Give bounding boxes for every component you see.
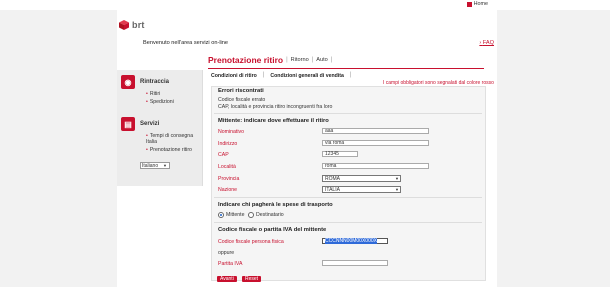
radio-mittente[interactable]: Mittente <box>218 212 244 218</box>
localita-label: Località <box>218 164 236 170</box>
sidebar-group-title: Servizi <box>140 121 160 127</box>
sidebar-group-servizi: ▤ Servizi • Tempi di consegna Italia • Pre… <box>121 117 202 153</box>
faq-label: FAQ <box>482 40 494 46</box>
divider <box>214 222 482 223</box>
sidebar-item-tempi-consegna[interactable]: • Tempi di consegna Italia <box>146 133 202 145</box>
cap-label: CAP <box>218 152 229 158</box>
nominativo-label: Nominativo <box>218 129 244 135</box>
partita-iva-field[interactable] <box>322 260 388 266</box>
indirizzo-field[interactable]: via roma <box>322 140 429 146</box>
errors-section: Errori riscontrati Codice fiscale errato… <box>218 88 332 110</box>
radio-button-selected[interactable] <box>218 212 224 218</box>
errors-title: Errori riscontrati <box>218 88 264 94</box>
codice-fiscale-label: Codice fiscale persona fisica <box>218 239 284 245</box>
language-value: Italiano <box>142 162 159 169</box>
chevron-down-icon: ▼ <box>163 163 167 168</box>
brand-logo[interactable]: brt <box>119 20 145 30</box>
language-select[interactable]: Italiano ▼ <box>140 162 170 169</box>
localita-field[interactable]: roma <box>322 163 429 169</box>
reset-button[interactable]: Reset <box>242 276 262 282</box>
globe-icon: ◉ <box>121 75 135 89</box>
radio-destinatario[interactable]: Destinatario <box>248 212 284 218</box>
codice-fiscale-field[interactable]: CCCNNN00M00X000X <box>322 238 388 244</box>
chevron-down-icon: ▼ <box>395 176 399 181</box>
nazione-label: Nazione <box>218 187 238 193</box>
partita-iva-label: Partita IVA <box>218 261 243 267</box>
cube-icon <box>119 20 129 30</box>
provincia-select[interactable]: ROMA ▼ <box>322 175 401 182</box>
radio-label: Destinatario <box>256 212 284 218</box>
provincia-value: ROMA <box>325 175 340 182</box>
document-icon: ▤ <box>121 117 135 131</box>
divider <box>214 197 482 198</box>
sidebar-group-title: Rintraccia <box>140 79 170 85</box>
tab-condizioni-vendita[interactable]: Condizioni generali di vendita <box>267 72 347 80</box>
chevron-down-icon: ▼ <box>395 187 399 192</box>
indirizzo-label: Indirizzo <box>218 141 238 147</box>
oppure-text: oppure <box>218 250 235 256</box>
radio-button[interactable] <box>248 212 254 218</box>
sidebar-item-ritiri[interactable]: • Ritiri <box>146 91 174 97</box>
sidebar-item-prenotazione-ritiro[interactable]: • Prenotazione ritiro <box>146 147 202 153</box>
home-icon <box>466 1 472 7</box>
divider <box>214 113 482 114</box>
ritorno-link[interactable]: Ritorno <box>291 57 309 63</box>
auto-link[interactable]: Auto <box>316 57 328 63</box>
payer-section-title: Indicare chi pagherà le spese di traspor… <box>218 202 333 208</box>
nazione-select[interactable]: ITALIA ▼ <box>322 186 401 193</box>
selected-text: CCCNNN00M00X000X <box>325 238 377 244</box>
tax-section-title: Codice fiscale o partita IVA del mittent… <box>218 227 327 233</box>
cap-field[interactable]: 12345 <box>322 151 358 157</box>
error-line: Codice fiscale errato <box>218 97 266 103</box>
home-label: Home <box>473 1 488 7</box>
error-line: CAP, località e provincia ritiro incongr… <box>218 104 333 110</box>
page-title: Prenotazione ritiro <box>208 55 284 65</box>
avanti-button[interactable]: Avanti <box>217 276 237 282</box>
welcome-text: Benvenuto nell'area servizi on-line <box>143 40 229 46</box>
pickup-section-title: Mittente: indicare dove effettuare il ri… <box>218 118 329 124</box>
radio-label: Mittente <box>226 212 245 218</box>
conditions-tabs: Condizioni di ritiro | Condizioni genera… <box>208 72 351 80</box>
sidebar-group-rintraccia: ◉ Rintraccia • Ritiri • Spedizioni <box>121 75 174 105</box>
faq-link[interactable]: › FAQ <box>479 40 494 46</box>
home-link[interactable]: Home <box>466 1 488 7</box>
top-strip <box>0 0 610 10</box>
brand-name: brt <box>132 20 145 30</box>
tab-condizioni-ritiro[interactable]: Condizioni di ritiro <box>208 72 260 80</box>
title-underline <box>208 68 484 69</box>
nominativo-field[interactable]: aaa <box>322 128 429 134</box>
form-panel <box>211 86 486 281</box>
main-header: Prenotazione ritiro | Ritorno | Auto | <box>208 55 333 65</box>
nazione-value: ITALIA <box>325 186 340 193</box>
sidebar-item-spedizioni[interactable]: • Spedizioni <box>146 99 174 105</box>
provincia-label: Provincia <box>218 176 240 182</box>
